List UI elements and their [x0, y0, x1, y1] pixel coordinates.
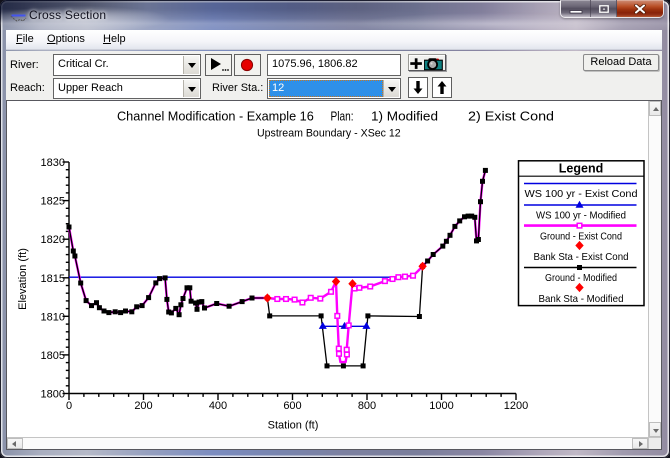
svg-text:2) Exist Cond: 2) Exist Cond [468, 109, 554, 123]
svg-text:Legend: Legend [559, 162, 603, 176]
svg-text:800: 800 [358, 400, 376, 412]
svg-text:1800: 1800 [41, 389, 65, 401]
svg-text:Bank Sta - Exist Cond: Bank Sta - Exist Cond [534, 251, 629, 263]
svg-text:1805: 1805 [41, 350, 65, 362]
svg-text:1) Modified: 1) Modified [371, 109, 438, 123]
svg-text:Bank Sta - Modified: Bank Sta - Modified [539, 293, 624, 305]
svg-text:1200: 1200 [504, 400, 528, 412]
svg-text:Channel Modification - Example: Channel Modification - Example 16 [117, 109, 314, 123]
svg-text:Ground - Modified: Ground - Modified [545, 272, 617, 284]
svg-text:1810: 1810 [41, 311, 65, 323]
svg-text:400: 400 [209, 400, 227, 412]
svg-text:200: 200 [134, 400, 152, 412]
svg-text:WS 100 yr - Modified: WS 100 yr - Modified [536, 210, 626, 222]
svg-text:Station (ft): Station (ft) [268, 420, 319, 432]
svg-text:600: 600 [283, 400, 301, 412]
svg-text:1000: 1000 [429, 400, 453, 412]
svg-text:Upstream Boundary - XSec 12: Upstream Boundary - XSec 12 [257, 127, 401, 139]
svg-text:0: 0 [66, 400, 72, 412]
svg-text:1815: 1815 [41, 273, 65, 285]
svg-text:1820: 1820 [41, 234, 65, 246]
svg-text:Elevation (ft): Elevation (ft) [17, 248, 29, 310]
svg-text:WS 100 yr - Exist Cond: WS 100 yr - Exist Cond [525, 188, 638, 200]
svg-text:1830: 1830 [41, 157, 65, 169]
svg-text:1825: 1825 [41, 196, 65, 208]
svg-text:Ground - Exist Cond: Ground - Exist Cond [540, 231, 622, 243]
svg-text:Plan:: Plan: [331, 109, 354, 123]
